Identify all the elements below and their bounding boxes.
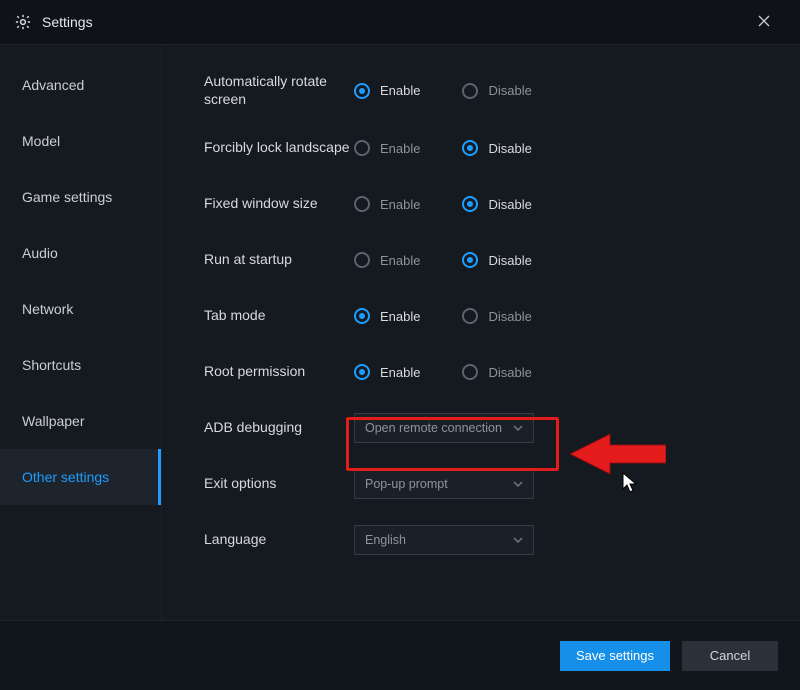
- title-bar: Settings: [0, 0, 800, 44]
- radio-label: Disable: [488, 253, 531, 268]
- sidebar-item-game-settings[interactable]: Game settings: [0, 169, 161, 225]
- content: Automatically rotate screen Enable Disab…: [162, 45, 800, 620]
- radio-circle-icon: [354, 196, 370, 212]
- row-startup: Run at startup Enable Disable: [204, 244, 770, 276]
- radio-label: Disable: [488, 365, 531, 380]
- radio-circle-icon: [354, 140, 370, 156]
- row-root-permission: Root permission Enable Disable: [204, 356, 770, 388]
- radio-label: Enable: [380, 253, 420, 268]
- gear-icon: [14, 13, 32, 31]
- cancel-button[interactable]: Cancel: [682, 641, 778, 671]
- row-rotate: Automatically rotate screen Enable Disab…: [204, 73, 770, 108]
- radio-circle-icon: [354, 364, 370, 380]
- radio-circle-icon: [462, 140, 478, 156]
- exit-options-select[interactable]: Pop-up prompt: [354, 469, 534, 499]
- radio-circle-icon: [354, 252, 370, 268]
- radio-circle-icon: [462, 308, 478, 324]
- radio-enable[interactable]: Enable: [354, 83, 420, 99]
- radio-circle-icon: [354, 308, 370, 324]
- radio-label: Enable: [380, 309, 420, 324]
- sidebar-item-label: Audio: [22, 245, 58, 261]
- row-label: Automatically rotate screen: [204, 73, 354, 108]
- chevron-down-icon: [513, 479, 523, 489]
- radio-disable[interactable]: Disable: [462, 83, 531, 99]
- row-label: Language: [204, 531, 354, 549]
- chevron-down-icon: [513, 423, 523, 433]
- sidebar-item-advanced[interactable]: Advanced: [0, 57, 161, 113]
- radio-disable[interactable]: Disable: [462, 140, 531, 156]
- radio-label: Enable: [380, 197, 420, 212]
- radio-enable[interactable]: Enable: [354, 308, 420, 324]
- sidebar-item-wallpaper[interactable]: Wallpaper: [0, 393, 161, 449]
- row-label: Root permission: [204, 363, 354, 381]
- radio-disable[interactable]: Disable: [462, 364, 531, 380]
- row-exit-options: Exit options Pop-up prompt: [204, 468, 770, 500]
- radio-label: Enable: [380, 141, 420, 156]
- window-title: Settings: [42, 14, 93, 30]
- radio-enable[interactable]: Enable: [354, 252, 420, 268]
- sidebar: Advanced Model Game settings Audio Netwo…: [0, 45, 162, 620]
- row-label: Run at startup: [204, 251, 354, 269]
- radio-circle-icon: [462, 83, 478, 99]
- row-fixed-window: Fixed window size Enable Disable: [204, 188, 770, 220]
- radio-label: Disable: [488, 141, 531, 156]
- radio-label: Disable: [488, 197, 531, 212]
- row-tab-mode: Tab mode Enable Disable: [204, 300, 770, 332]
- close-button[interactable]: [742, 0, 786, 44]
- sidebar-item-label: Game settings: [22, 189, 112, 205]
- footer: Save settings Cancel: [0, 620, 800, 690]
- radio-label: Enable: [380, 365, 420, 380]
- radio-label: Enable: [380, 83, 420, 98]
- radio-circle-icon: [462, 364, 478, 380]
- radio-disable[interactable]: Disable: [462, 196, 531, 212]
- radio-disable[interactable]: Disable: [462, 308, 531, 324]
- radio-label: Disable: [488, 309, 531, 324]
- chevron-down-icon: [513, 535, 523, 545]
- adb-debugging-select[interactable]: Open remote connection: [354, 413, 534, 443]
- row-label: Fixed window size: [204, 195, 354, 213]
- radio-enable[interactable]: Enable: [354, 140, 420, 156]
- row-language: Language English: [204, 524, 770, 556]
- sidebar-item-network[interactable]: Network: [0, 281, 161, 337]
- language-select[interactable]: English: [354, 525, 534, 555]
- sidebar-item-label: Network: [22, 301, 73, 317]
- sidebar-item-label: Shortcuts: [22, 357, 81, 373]
- main: Advanced Model Game settings Audio Netwo…: [0, 44, 800, 620]
- row-label: Exit options: [204, 475, 354, 493]
- sidebar-item-label: Other settings: [22, 469, 109, 485]
- row-adb-debugging: ADB debugging Open remote connection: [204, 412, 770, 444]
- sidebar-item-label: Model: [22, 133, 60, 149]
- radio-enable[interactable]: Enable: [354, 196, 420, 212]
- row-label: Tab mode: [204, 307, 354, 325]
- sidebar-item-model[interactable]: Model: [0, 113, 161, 169]
- close-icon: [758, 14, 770, 30]
- select-value: Open remote connection: [365, 421, 502, 435]
- row-label: ADB debugging: [204, 419, 354, 437]
- radio-disable[interactable]: Disable: [462, 252, 531, 268]
- radio-circle-icon: [462, 196, 478, 212]
- radio-enable[interactable]: Enable: [354, 364, 420, 380]
- radio-circle-icon: [354, 83, 370, 99]
- radio-label: Disable: [488, 83, 531, 98]
- select-value: Pop-up prompt: [365, 477, 448, 491]
- radio-circle-icon: [462, 252, 478, 268]
- row-label: Forcibly lock landscape: [204, 139, 354, 157]
- sidebar-item-label: Wallpaper: [22, 413, 85, 429]
- sidebar-item-audio[interactable]: Audio: [0, 225, 161, 281]
- save-settings-button[interactable]: Save settings: [560, 641, 670, 671]
- sidebar-item-label: Advanced: [22, 77, 84, 93]
- select-value: English: [365, 533, 406, 547]
- row-lock: Forcibly lock landscape Enable Disable: [204, 132, 770, 164]
- sidebar-item-other-settings[interactable]: Other settings: [0, 449, 161, 505]
- sidebar-item-shortcuts[interactable]: Shortcuts: [0, 337, 161, 393]
